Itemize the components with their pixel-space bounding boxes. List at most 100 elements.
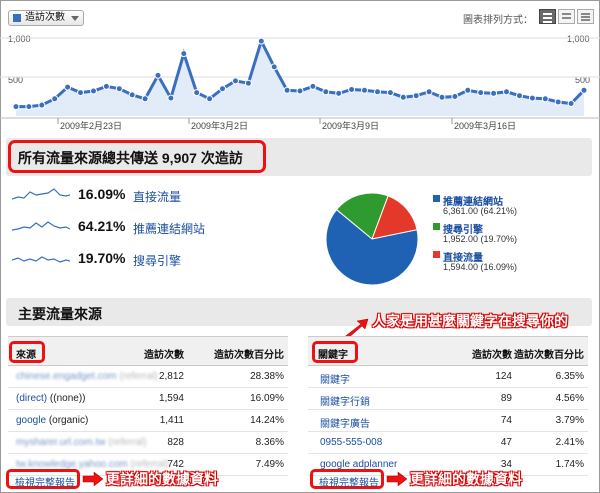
percent-cell: 14.24% bbox=[250, 415, 284, 426]
data-point[interactable] bbox=[102, 82, 110, 90]
source-link-direct[interactable]: 直接流量 bbox=[133, 188, 181, 205]
data-point[interactable] bbox=[412, 92, 420, 100]
source-name-link[interactable]: mysharer.url.com.tw (referral) bbox=[16, 437, 147, 448]
data-point[interactable] bbox=[399, 93, 407, 101]
graph-mode-table-button[interactable] bbox=[577, 9, 594, 24]
visits-cell: 828 bbox=[167, 437, 184, 448]
data-point[interactable] bbox=[477, 89, 485, 97]
percent-cell: 7.49% bbox=[255, 459, 284, 470]
visits-cell: 89 bbox=[500, 393, 512, 404]
data-point[interactable] bbox=[90, 87, 97, 95]
source-name-link[interactable]: google (organic) bbox=[16, 415, 88, 426]
data-point[interactable] bbox=[206, 95, 214, 103]
data-point[interactable] bbox=[528, 94, 536, 102]
data-point[interactable] bbox=[51, 95, 59, 103]
visits-cell: 47 bbox=[500, 437, 512, 448]
data-point[interactable] bbox=[464, 86, 472, 94]
table-row: mysharer.url.com.tw (referral) 828 8.36% bbox=[8, 432, 288, 454]
data-point[interactable] bbox=[115, 85, 123, 93]
data-point[interactable] bbox=[451, 93, 459, 100]
data-point[interactable] bbox=[541, 95, 549, 103]
data-point[interactable] bbox=[25, 103, 33, 111]
data-point[interactable] bbox=[335, 89, 343, 97]
table-row: chinese.engadget.com (referral) 2,812 28… bbox=[8, 366, 288, 388]
keyword-header-highlight-box bbox=[312, 341, 358, 363]
metric-dropdown[interactable]: 造訪次數 bbox=[8, 10, 84, 26]
data-point[interactable] bbox=[167, 94, 175, 102]
sources-table: 來源 造訪次數 造訪次數百分比 chinese.engadget.com (re… bbox=[8, 336, 288, 476]
column-header-visits[interactable]: 造訪次數 bbox=[472, 346, 512, 361]
data-point[interactable] bbox=[503, 88, 510, 96]
table-row: 關鍵字行銷 89 4.56% bbox=[308, 388, 588, 410]
table-row: 0955-555-008 47 2.41% bbox=[308, 432, 588, 454]
keyword-link[interactable]: 關鍵字行銷 bbox=[320, 393, 370, 408]
graph-mode-line-button[interactable] bbox=[539, 9, 556, 24]
full-report-link-sources[interactable]: 檢視完整報告 bbox=[15, 474, 75, 489]
column-header-visits[interactable]: 造訪次數 bbox=[144, 346, 184, 361]
data-point[interactable] bbox=[77, 89, 84, 97]
full-report-link-keywords[interactable]: 檢視完整報告 bbox=[319, 474, 379, 489]
source-name-link[interactable]: chinese.engadget.com (referral) bbox=[16, 371, 158, 382]
data-point[interactable] bbox=[361, 86, 368, 94]
data-point[interactable] bbox=[141, 95, 149, 103]
visits-cell: 1,594 bbox=[158, 393, 184, 404]
data-point[interactable] bbox=[348, 86, 356, 93]
table-row: google (organic) 1,411 14.24% bbox=[8, 410, 288, 432]
source-percent: 19.70% bbox=[78, 250, 126, 266]
percent-cell: 1.74% bbox=[555, 459, 584, 470]
area-fill bbox=[16, 41, 584, 116]
data-point[interactable] bbox=[296, 87, 304, 95]
x-tick-label: 2009年3月2日 bbox=[191, 121, 249, 131]
traffic-pie-chart[interactable] bbox=[318, 192, 426, 286]
legend-swatch bbox=[433, 195, 440, 202]
data-point[interactable] bbox=[270, 63, 278, 71]
column-header-percent[interactable]: 造訪次數百分比 bbox=[514, 346, 584, 361]
sparkline-icon bbox=[12, 221, 70, 231]
data-point[interactable] bbox=[193, 89, 201, 97]
data-point[interactable] bbox=[322, 88, 330, 96]
data-point[interactable] bbox=[374, 88, 381, 96]
data-point[interactable] bbox=[283, 86, 291, 94]
percent-cell: 4.56% bbox=[555, 393, 584, 404]
arrow-right-icon bbox=[386, 472, 408, 486]
keyword-link[interactable]: 關鍵字 bbox=[320, 371, 350, 386]
graph-mode-bar-button[interactable] bbox=[558, 9, 575, 24]
table-row: 關鍵字廣告 74 3.79% bbox=[308, 410, 588, 432]
data-point[interactable] bbox=[180, 50, 188, 58]
data-point[interactable] bbox=[244, 79, 252, 87]
chevron-down-icon bbox=[71, 16, 79, 21]
data-point[interactable] bbox=[386, 89, 394, 97]
column-header-percent[interactable]: 造訪次數百分比 bbox=[214, 346, 284, 361]
table-row: (direct) ((none)) 1,594 16.09% bbox=[8, 388, 288, 410]
data-point[interactable] bbox=[257, 37, 265, 45]
data-point[interactable] bbox=[580, 86, 588, 94]
keyword-link[interactable]: 0955-555-008 bbox=[320, 437, 382, 448]
data-point[interactable] bbox=[438, 93, 446, 101]
source-name-link[interactable]: (direct) ((none)) bbox=[16, 393, 85, 404]
data-point[interactable] bbox=[128, 91, 136, 99]
source-link-search[interactable]: 搜尋引擎 bbox=[133, 252, 181, 269]
data-point[interactable] bbox=[425, 88, 433, 96]
x-tick-label: 2009年2月23日 bbox=[60, 121, 123, 131]
data-point[interactable] bbox=[154, 71, 162, 79]
data-point[interactable] bbox=[516, 92, 523, 100]
metric-dropdown-label: 造訪次數 bbox=[25, 12, 65, 23]
data-point[interactable] bbox=[567, 100, 575, 107]
data-point[interactable] bbox=[232, 77, 239, 85]
data-point[interactable] bbox=[309, 82, 317, 90]
data-point[interactable] bbox=[554, 98, 562, 106]
data-point[interactable] bbox=[219, 85, 226, 93]
source-link-referral[interactable]: 推薦連結網站 bbox=[133, 220, 205, 237]
data-point[interactable] bbox=[12, 103, 20, 111]
data-point[interactable] bbox=[64, 83, 72, 91]
data-point[interactable] bbox=[490, 89, 498, 97]
percent-cell: 8.36% bbox=[255, 437, 284, 448]
keyword-link[interactable]: 關鍵字廣告 bbox=[320, 415, 370, 430]
visits-cell: 2,812 bbox=[158, 371, 184, 382]
legend-swatch bbox=[433, 251, 440, 258]
data-point[interactable] bbox=[38, 101, 46, 109]
series-color-swatch bbox=[13, 14, 21, 22]
legend-value: 1,594.00 (16.09%) bbox=[443, 262, 518, 272]
source-percent: 16.09% bbox=[78, 186, 126, 202]
x-tick-label: 2009年3月9日 bbox=[322, 121, 380, 131]
